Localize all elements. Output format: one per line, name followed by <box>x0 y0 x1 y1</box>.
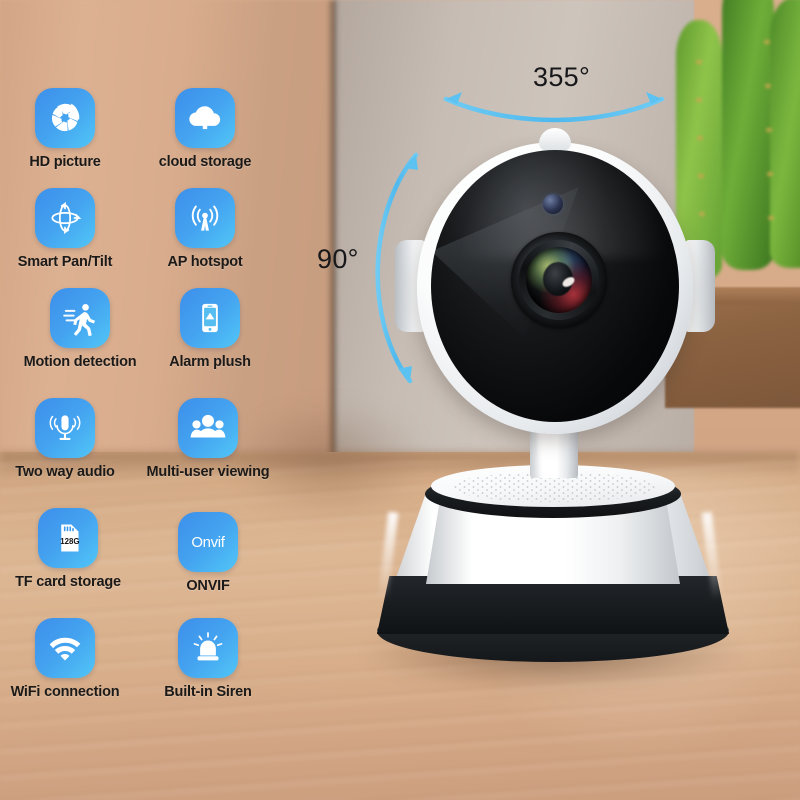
onvif-logo-icon: Onvif <box>178 512 238 572</box>
microphone-icon <box>35 398 95 458</box>
sd-card-icon: 128G <box>38 508 98 568</box>
camera-base-black-band <box>377 576 729 634</box>
feature-label: Smart Pan/Tilt <box>17 254 113 270</box>
feature-label: Alarm plush <box>169 354 251 370</box>
aperture-icon <box>35 88 95 148</box>
tilt-angle-label: 90° <box>317 244 359 274</box>
camera-face-disc <box>431 150 679 422</box>
feature-label: Built-in Siren <box>164 684 252 700</box>
phone-alert-icon <box>180 288 240 348</box>
cactus-spine <box>765 84 771 88</box>
onvif-wordmark-text: Onvif <box>191 534 225 551</box>
feature-wifi-connection[interactable]: WiFi connection <box>5 618 125 701</box>
feature-motion-detection[interactable]: Motion detection <box>0 288 165 371</box>
feature-label: TF card storage <box>15 574 121 590</box>
cactus-spine <box>764 40 770 44</box>
feature-icon-grid: HD picture cloud storage Smart Pan/Tilt … <box>0 0 300 800</box>
cactus-spine <box>767 172 773 176</box>
feature-label: AP hotspot <box>167 254 243 270</box>
feature-built-in-siren[interactable]: Built-in Siren <box>148 618 268 701</box>
cloud-upload-icon <box>175 88 235 148</box>
feature-label: Two way audio <box>15 464 115 480</box>
feature-label: ONVIF <box>186 578 230 594</box>
users-group-icon <box>178 398 238 458</box>
sd-card-capacity-text: 128G <box>60 537 79 546</box>
feature-hd-picture[interactable]: HD picture <box>5 88 125 171</box>
pan-angle-label: 355° <box>533 62 591 92</box>
cactus-spine <box>768 216 774 220</box>
cactus-stem <box>770 0 800 268</box>
feature-label: WiFi connection <box>10 684 120 700</box>
security-camera <box>355 120 755 700</box>
feature-onvif[interactable]: Onvif ONVIF <box>148 512 268 595</box>
feature-smart-pan-tilt[interactable]: Smart Pan/Tilt <box>5 188 125 271</box>
feature-ap-hotspot[interactable]: AP hotspot <box>145 188 265 271</box>
antenna-icon <box>175 188 235 248</box>
feature-label: Motion detection <box>23 354 137 370</box>
pan-tilt-icon <box>35 188 95 248</box>
wifi-icon <box>35 618 95 678</box>
feature-two-way-audio[interactable]: Two way audio <box>5 398 125 481</box>
feature-tf-card-storage[interactable]: 128G TF card storage <box>8 508 128 591</box>
running-man-icon <box>50 288 110 348</box>
camera-top-nub <box>539 128 571 150</box>
feature-multi-user-viewing[interactable]: Multi-user viewing <box>123 398 293 481</box>
feature-alarm-plush[interactable]: Alarm plush <box>150 288 270 371</box>
feature-label: Multi-user viewing <box>146 464 270 480</box>
feature-label: HD picture <box>29 154 101 170</box>
ir-sensor-icon <box>543 194 563 214</box>
feature-label: cloud storage <box>158 154 252 170</box>
cactus-spine <box>766 128 772 132</box>
feature-cloud-storage[interactable]: cloud storage <box>145 88 265 171</box>
siren-icon <box>178 618 238 678</box>
product-image-stage: 355° 90° HD picture cloud storage Smart … <box>0 0 800 800</box>
cactus-spine <box>696 60 702 64</box>
cactus-spine <box>696 98 702 102</box>
